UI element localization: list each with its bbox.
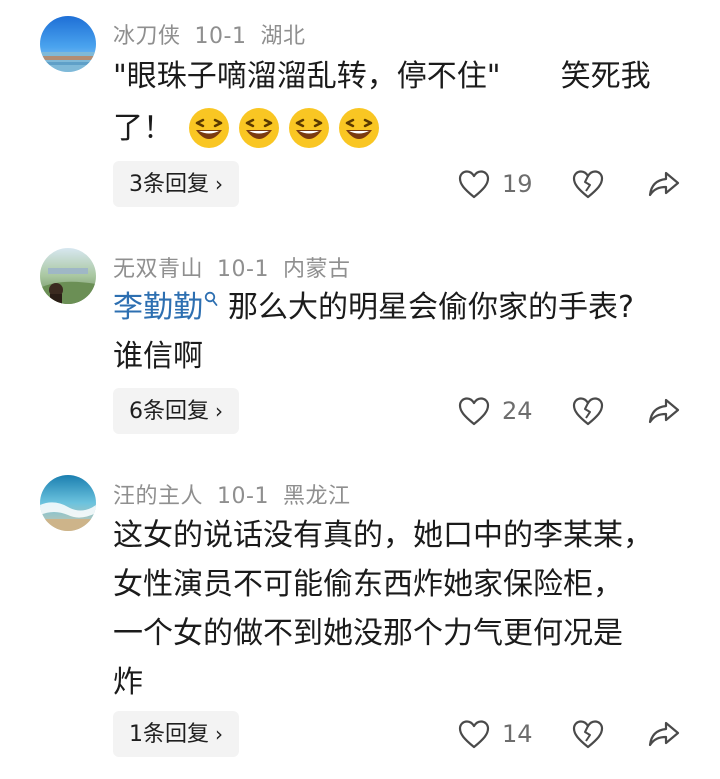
comment-line: 炸	[113, 665, 143, 700]
like-button[interactable]: 24	[458, 396, 533, 426]
username[interactable]: 汪的主人	[113, 484, 203, 509]
username[interactable]: 冰刀侠	[113, 24, 181, 49]
like-button[interactable]: 14	[458, 719, 533, 749]
broken-heart-icon	[572, 720, 604, 749]
reply-count-label: 6条回复	[129, 399, 209, 424]
comment-date: 10-1	[217, 257, 269, 282]
comment-line: 李勤勤 那么大的明星会偷你家的手表?	[113, 283, 690, 332]
comment-line: 谁信啊	[113, 339, 203, 374]
share-arrow-icon	[648, 171, 680, 197]
like-button[interactable]: 19	[458, 169, 533, 199]
share-button[interactable]	[648, 170, 680, 198]
like-count: 24	[502, 397, 533, 425]
chevron-right-icon: ›	[215, 172, 223, 196]
comment-location: 内蒙古	[282, 257, 351, 282]
comment-text: "眼珠子嘀溜溜乱转，停不住" 笑死我 了！	[113, 52, 690, 155]
chevron-right-icon: ›	[215, 399, 223, 423]
view-replies-button[interactable]: 6条回复 ›	[113, 388, 239, 434]
laughing-emoji-icon	[239, 108, 279, 148]
comment-item: 冰刀侠 10-1 湖北 "眼珠子嘀溜溜乱转，停不住" 笑死我 了！ 3条回复 › 19	[0, 0, 720, 220]
avatar[interactable]	[40, 16, 96, 72]
broken-heart-icon	[572, 397, 604, 426]
heart-outline-icon	[458, 170, 490, 199]
emoji-group	[187, 106, 381, 150]
like-count: 14	[502, 720, 533, 748]
comment-line: 女性演员不可能偷东西炸她家保险柜，	[113, 567, 623, 602]
comment-item: 汪的主人 10-1 黑龙江 这女的说话没有真的，她口中的李某某， 女性演员不可能偷东…	[0, 450, 720, 779]
comment-item: 无双青山 10-1 内蒙古 李勤勤 那么大的明星会偷你家的手表? 谁信啊 6条回复 › …	[0, 220, 720, 450]
reply-count-label: 3条回复	[129, 172, 209, 197]
comment-line: 了！	[113, 101, 690, 155]
chevron-right-icon: ›	[215, 722, 223, 746]
laughing-emoji-icon	[339, 108, 379, 148]
dislike-button[interactable]	[572, 719, 604, 749]
comment-meta: 无双青山 10-1 内蒙古	[113, 251, 364, 283]
avatar[interactable]	[40, 475, 96, 531]
reply-count-label: 1条回复	[129, 722, 209, 747]
comment-line-text: 那么大的明星会偷你家的手表?	[228, 290, 634, 325]
comment-line: "眼珠子嘀溜溜乱转，停不住" 笑死我	[113, 59, 651, 94]
mention-link[interactable]: 李勤勤	[113, 290, 218, 325]
view-replies-button[interactable]: 3条回复 ›	[113, 161, 239, 207]
comment-date: 10-1	[217, 484, 269, 509]
avatar[interactable]	[40, 248, 96, 304]
heart-outline-icon	[458, 720, 490, 749]
comment-location: 湖北	[260, 24, 306, 49]
share-arrow-icon	[648, 721, 680, 747]
share-arrow-icon	[648, 398, 680, 424]
view-replies-button[interactable]: 1条回复 ›	[113, 711, 239, 757]
like-count: 19	[502, 170, 533, 198]
heart-outline-icon	[458, 397, 490, 426]
share-button[interactable]	[648, 397, 680, 425]
dislike-button[interactable]	[572, 396, 604, 426]
dislike-button[interactable]	[572, 169, 604, 199]
comment-line: 这女的说话没有真的，她口中的李某某，	[113, 518, 653, 553]
laughing-emoji-icon	[289, 108, 329, 148]
search-icon	[204, 291, 218, 306]
comment-meta: 汪的主人 10-1 黑龙江	[113, 478, 364, 510]
comment-line: 一个女的做不到她没那个力气更何况是	[113, 616, 623, 651]
comment-text: 李勤勤 那么大的明星会偷你家的手表? 谁信啊	[113, 283, 690, 381]
comment-location: 黑龙江	[282, 484, 351, 509]
comment-date: 10-1	[194, 24, 247, 49]
comment-line-text: 了！	[113, 110, 173, 146]
username[interactable]: 无双青山	[113, 257, 203, 282]
laughing-emoji-icon	[189, 108, 229, 148]
comment-meta: 冰刀侠 10-1 湖北	[113, 18, 319, 50]
broken-heart-icon	[572, 170, 604, 199]
comment-text: 这女的说话没有真的，她口中的李某某， 女性演员不可能偷东西炸她家保险柜， 一个女…	[113, 511, 690, 707]
share-button[interactable]	[648, 720, 680, 748]
